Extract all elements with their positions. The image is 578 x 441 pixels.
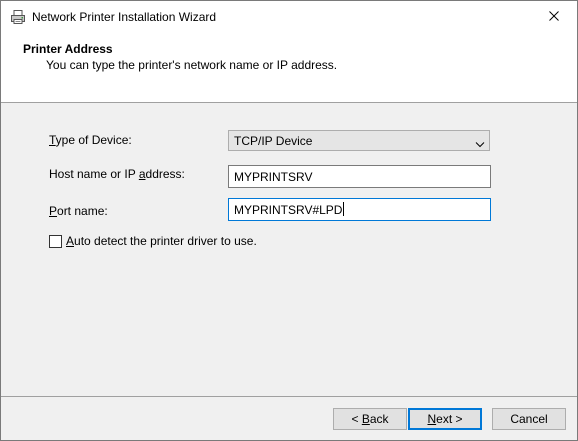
host-label-text-end: ddress:: [145, 167, 185, 181]
port-label-text: ort name:: [57, 204, 108, 218]
port-input[interactable]: MYPRINTSRV#LPD: [228, 198, 491, 221]
auto-detect-label-text: uto detect the printer driver to use.: [74, 234, 257, 248]
auto-detect-label[interactable]: Auto detect the printer driver to use.: [66, 233, 257, 249]
port-input-value-wrap: MYPRINTSRV#LPD: [234, 202, 345, 218]
device-type-label-text: ype of Device:: [55, 133, 132, 147]
auto-detect-label-mnemonic: A: [66, 234, 75, 248]
back-button[interactable]: < Back: [333, 408, 407, 430]
cancel-button[interactable]: Cancel: [492, 408, 566, 430]
cancel-button-label: Cancel: [510, 412, 548, 426]
port-label-mnemonic: P: [49, 204, 58, 218]
back-button-mnemonic: B: [361, 412, 370, 426]
printer-icon: [10, 9, 26, 25]
device-type-label-mnemonic: T: [49, 133, 56, 147]
page-title: Printer Address: [23, 42, 113, 56]
window-title: Network Printer Installation Wizard: [32, 10, 217, 24]
next-button-mnemonic: N: [427, 412, 437, 426]
next-button-text: ext >: [436, 412, 463, 426]
host-label-text: Host name or IP: [49, 167, 139, 181]
back-button-text: ack: [369, 412, 389, 426]
host-label-mnemonic: a: [138, 167, 146, 181]
port-label: Port name:: [49, 203, 108, 219]
device-type-label: Type of Device:: [49, 132, 132, 148]
close-icon: [549, 10, 559, 24]
next-button-label: Next >: [427, 411, 462, 427]
footer-divider: [1, 396, 577, 397]
next-button[interactable]: Next >: [408, 408, 482, 430]
host-input-value: MYPRINTSRV: [234, 170, 313, 184]
wizard-header: Printer Address You can type the printer…: [1, 32, 577, 103]
back-button-label: < Back: [351, 411, 388, 427]
device-type-dropdown[interactable]: TCP/IP Device: [228, 130, 490, 151]
host-input[interactable]: MYPRINTSRV: [228, 165, 491, 188]
back-button-prefix: <: [351, 412, 362, 426]
port-input-value: MYPRINTSRV#LPD: [234, 203, 343, 217]
close-button[interactable]: [531, 1, 577, 32]
host-label: Host name or IP address:: [49, 166, 185, 182]
chevron-down-icon: [475, 137, 485, 148]
wizard-window: Network Printer Installation Wizard Prin…: [0, 0, 578, 441]
device-type-selected: TCP/IP Device: [234, 134, 313, 148]
text-caret: [343, 202, 345, 216]
title-bar[interactable]: Network Printer Installation Wizard: [1, 1, 577, 32]
auto-detect-checkbox[interactable]: [49, 235, 62, 248]
page-subtitle: You can type the printer's network name …: [46, 58, 338, 72]
